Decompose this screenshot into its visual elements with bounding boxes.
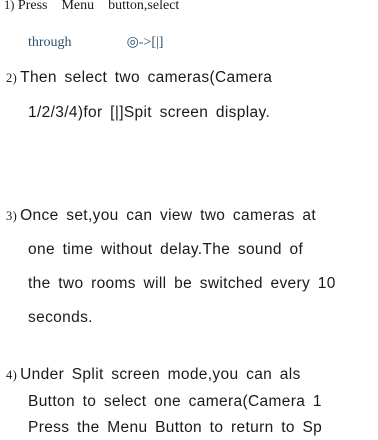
step-2-line-1: 2) Then select two cameras(Camera	[6, 69, 272, 87]
step-3-text-3: the two rooms will be switched every 10	[28, 275, 336, 292]
step-4-text-3: Press the Menu Button to return to Sp	[28, 419, 323, 436]
step-1-line-1: 1) Press Menu button,select	[4, 0, 179, 14]
step-4-line-1: 4) Under Split screen mode,you can als	[6, 366, 301, 384]
step-3-line-4: seconds.	[28, 309, 93, 327]
step-2-line-2: 1/2/3/4)for [|]Spit screen display.	[28, 104, 270, 122]
step-1-word-menu: Menu	[61, 0, 95, 13]
step-1-number: 1)	[4, 0, 15, 12]
step-4-line-3: Press the Menu Button to return to Sp	[28, 419, 322, 437]
step-2-text-1: Then select two cameras(Camera	[20, 69, 273, 86]
step-3-line-2: one time without delay.The sound of	[28, 241, 303, 259]
step-3-line-1: 3) Once set,you can view two cameras at	[6, 207, 316, 225]
step-3-number: 3)	[6, 209, 18, 223]
step-4-number: 4)	[6, 368, 18, 382]
step-1-symbol-sequence: ◎->[|]	[126, 35, 164, 50]
step-1-line-2: through ◎->[|]	[28, 34, 163, 51]
step-1-word-press: Press	[17, 0, 48, 13]
step-4-text-1: Under Split screen mode,you can als	[20, 366, 301, 383]
step-3-text-1: Once set,you can view two cameras at	[20, 207, 317, 224]
step-3-line-3: the two rooms will be switched every 10	[28, 275, 336, 293]
manual-page: 1) Press Menu button,select through ◎->[|] …	[0, 0, 378, 440]
step-3-text-2: one time without delay.The sound of	[28, 241, 304, 258]
step-1-word-button-select: button,select	[108, 0, 180, 13]
step-3-text-4: seconds.	[28, 309, 93, 326]
step-4-text-2: Button to select one camera(Camera 1	[28, 393, 322, 410]
step-2-number: 2)	[6, 71, 18, 85]
step-1-word-through: through	[28, 35, 72, 50]
step-4-line-2: Button to select one camera(Camera 1	[28, 393, 322, 411]
step-2-text-2: 1/2/3/4)for [|]Spit screen display.	[28, 104, 271, 121]
